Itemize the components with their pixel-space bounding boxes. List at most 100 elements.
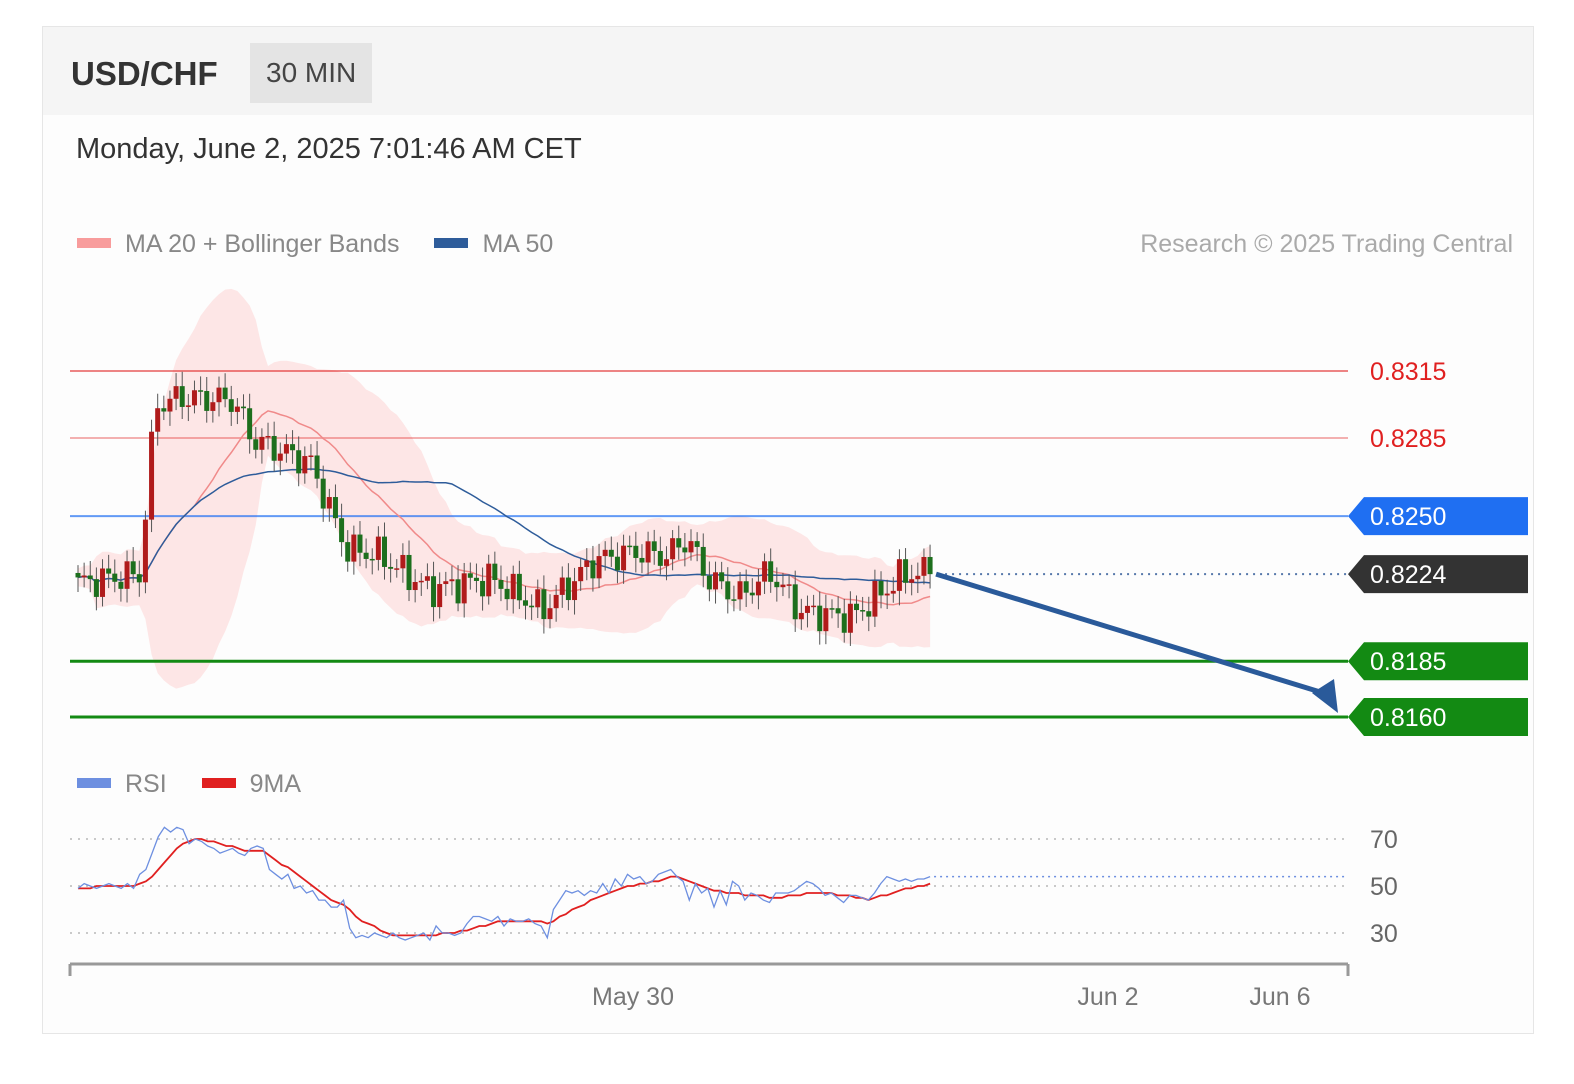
candle-body	[688, 541, 694, 553]
candle-body	[142, 519, 148, 583]
candle-body	[449, 579, 455, 582]
candle-body	[608, 549, 614, 557]
candle-body	[835, 608, 841, 614]
candle-body	[572, 581, 578, 601]
candle-body	[437, 584, 443, 608]
candle-body	[290, 444, 296, 451]
candle-body	[87, 575, 93, 580]
candle-body	[222, 387, 228, 400]
candle-body	[271, 435, 277, 461]
candle-body	[204, 391, 210, 411]
candle-body	[743, 581, 749, 593]
candle-body	[259, 436, 265, 450]
candle-body	[817, 605, 823, 632]
candle-body	[320, 478, 326, 509]
x-tick-label: Jun 2	[1077, 983, 1138, 1011]
candle-body	[216, 387, 222, 403]
candle-body	[854, 603, 860, 611]
pivot-label-text: 0.8250	[1370, 503, 1446, 531]
candle-body	[713, 572, 719, 590]
candle-body	[302, 456, 308, 474]
candle-body	[596, 556, 602, 579]
candle-body	[100, 568, 106, 597]
candle-body	[357, 534, 363, 553]
candle-body	[118, 581, 124, 589]
candle-body	[633, 545, 639, 558]
candle-body	[173, 386, 179, 399]
candle-body	[909, 579, 915, 583]
candle-body	[492, 563, 498, 581]
candle-body	[473, 577, 479, 581]
x-tick-label: May 30	[592, 983, 674, 1011]
candle-body	[498, 580, 504, 589]
x-tick-label: Jun 6	[1249, 983, 1310, 1011]
candle-body	[823, 608, 829, 632]
rsi-level-label-70: 70	[1370, 826, 1398, 854]
candle-body	[480, 580, 486, 597]
candle-body	[811, 605, 817, 608]
candle-body	[247, 408, 253, 440]
rsi-line	[77, 826, 931, 942]
candle-body	[565, 577, 571, 601]
candle-body	[314, 455, 320, 479]
candle-body	[792, 584, 798, 620]
pivot-label: 0.8250	[1348, 497, 1528, 536]
candle-body	[866, 611, 872, 617]
candle-body	[332, 497, 338, 519]
candle	[149, 419, 155, 533]
last-price-label-text: 0.8224	[1370, 561, 1447, 589]
candle-body	[161, 408, 167, 412]
candle-body	[860, 610, 866, 612]
candle-body	[277, 453, 283, 461]
candle-body	[375, 536, 381, 560]
candle-body	[584, 560, 590, 567]
forecast-arrow-shaft	[935, 571, 1331, 698]
candle	[142, 510, 148, 594]
candle-body	[339, 518, 345, 543]
candle-body	[191, 390, 197, 406]
candle-body	[351, 534, 357, 562]
candle-body	[719, 572, 725, 582]
candle-body	[486, 563, 492, 597]
support-label-2-text: 0.8160	[1370, 704, 1446, 732]
candle-body	[418, 580, 424, 583]
candle-body	[522, 600, 528, 606]
resistance-label-1: 0.8315	[1370, 358, 1446, 386]
candle-body	[283, 444, 289, 454]
candle-body	[621, 545, 627, 571]
candle-body	[627, 545, 633, 548]
forecast-arrow-head	[1312, 679, 1338, 713]
candle-body	[326, 497, 332, 509]
candle-body	[731, 599, 737, 601]
candle-body	[136, 574, 142, 583]
candle-body	[682, 547, 688, 553]
candle-body	[927, 556, 933, 575]
candle-body	[198, 390, 204, 392]
candle-body	[663, 559, 669, 566]
candle-body	[510, 573, 516, 600]
candle-body	[657, 550, 663, 566]
candle-body	[516, 573, 522, 601]
candle-body	[388, 566, 394, 569]
candle-body	[394, 568, 400, 570]
candle-body	[185, 405, 191, 407]
candle-body	[645, 541, 651, 563]
candle-body	[798, 612, 804, 620]
candle-body	[265, 435, 271, 438]
candle-body	[872, 580, 878, 617]
candle-body	[676, 538, 682, 548]
candle-body	[369, 558, 375, 561]
candle-body	[179, 386, 185, 407]
candle-body	[896, 559, 902, 591]
rsi-panel: 70 50 30	[70, 826, 1398, 948]
candle-body	[406, 554, 412, 591]
candle-body	[130, 561, 136, 575]
candle-body	[670, 538, 676, 560]
candle-body	[455, 579, 461, 604]
candle-body	[700, 546, 706, 576]
candle-body	[124, 561, 130, 589]
candle-body	[461, 573, 467, 604]
candle-body	[915, 575, 921, 580]
candle-body	[535, 589, 541, 608]
candle-body	[614, 556, 620, 571]
